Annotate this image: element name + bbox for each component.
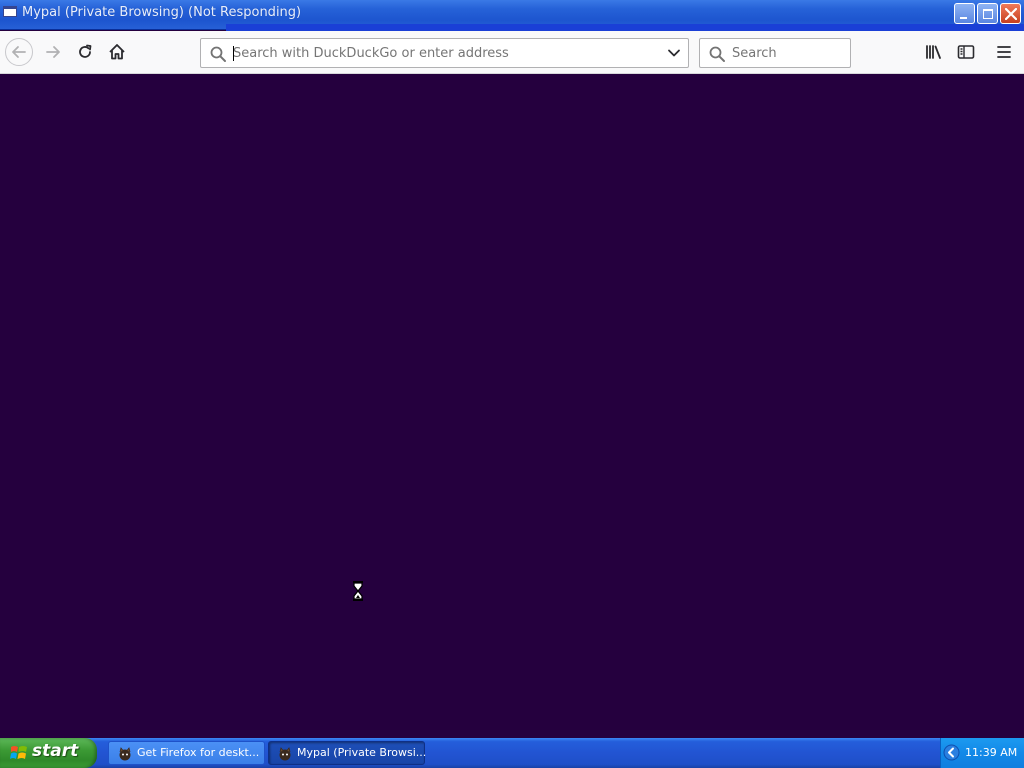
back-arrow-icon	[12, 46, 26, 58]
taskbar-button-label: Mypal (Private Browsi...	[297, 746, 427, 759]
back-button[interactable]	[5, 38, 33, 66]
titlebar-accent-strip	[226, 24, 1024, 31]
search-icon	[709, 46, 725, 62]
page-content-area[interactable]	[0, 74, 1024, 738]
clock[interactable]: 11:39 AM	[965, 746, 1017, 759]
hamburger-menu-icon	[997, 46, 1011, 58]
open-menu-button[interactable]	[990, 38, 1018, 66]
browser-icon	[119, 747, 131, 761]
browser-icon	[279, 747, 291, 761]
sidebar-icon	[957, 45, 975, 59]
window-title: Mypal (Private Browsing) (Not Responding…	[22, 5, 302, 20]
search-bar[interactable]	[699, 38, 851, 68]
library-icon	[926, 45, 941, 59]
search-input[interactable]	[732, 43, 842, 63]
navigation-toolbar	[0, 31, 1024, 74]
minimize-button[interactable]	[954, 3, 975, 24]
close-icon	[1005, 8, 1017, 20]
taskbar-button-mypal[interactable]: Mypal (Private Browsi...	[268, 741, 427, 765]
window-titlebar[interactable]: Mypal (Private Browsing) (Not Responding…	[0, 0, 1024, 31]
forward-arrow-icon	[46, 46, 60, 58]
taskbar: start Get Firefox for deskt... Mypal (Pr…	[0, 738, 1024, 768]
taskbar-button-label: Get Firefox for deskt...	[137, 746, 260, 759]
show-hidden-icons-icon[interactable]	[943, 744, 960, 761]
app-window-icon	[3, 6, 17, 17]
text-caret	[233, 46, 234, 61]
start-button[interactable]: start	[0, 738, 97, 768]
hourglass-icon	[353, 581, 363, 601]
url-bar[interactable]	[200, 38, 689, 68]
maximize-button[interactable]	[977, 3, 998, 24]
library-button[interactable]	[920, 38, 948, 66]
home-icon	[109, 44, 125, 60]
url-input[interactable]	[233, 43, 653, 63]
search-icon	[210, 46, 226, 62]
home-button[interactable]	[103, 38, 131, 66]
system-tray: 11:39 AM	[940, 738, 1024, 768]
close-button[interactable]	[1000, 3, 1021, 24]
start-label: start	[32, 741, 79, 761]
chevron-down-icon[interactable]	[667, 46, 681, 60]
windows-logo-icon	[10, 746, 27, 759]
forward-button[interactable]	[39, 38, 67, 66]
taskbar-button-firefox[interactable]: Get Firefox for deskt...	[108, 741, 265, 765]
reload-button[interactable]	[71, 38, 99, 66]
sidebar-button[interactable]	[952, 38, 980, 66]
reload-icon	[79, 44, 92, 58]
